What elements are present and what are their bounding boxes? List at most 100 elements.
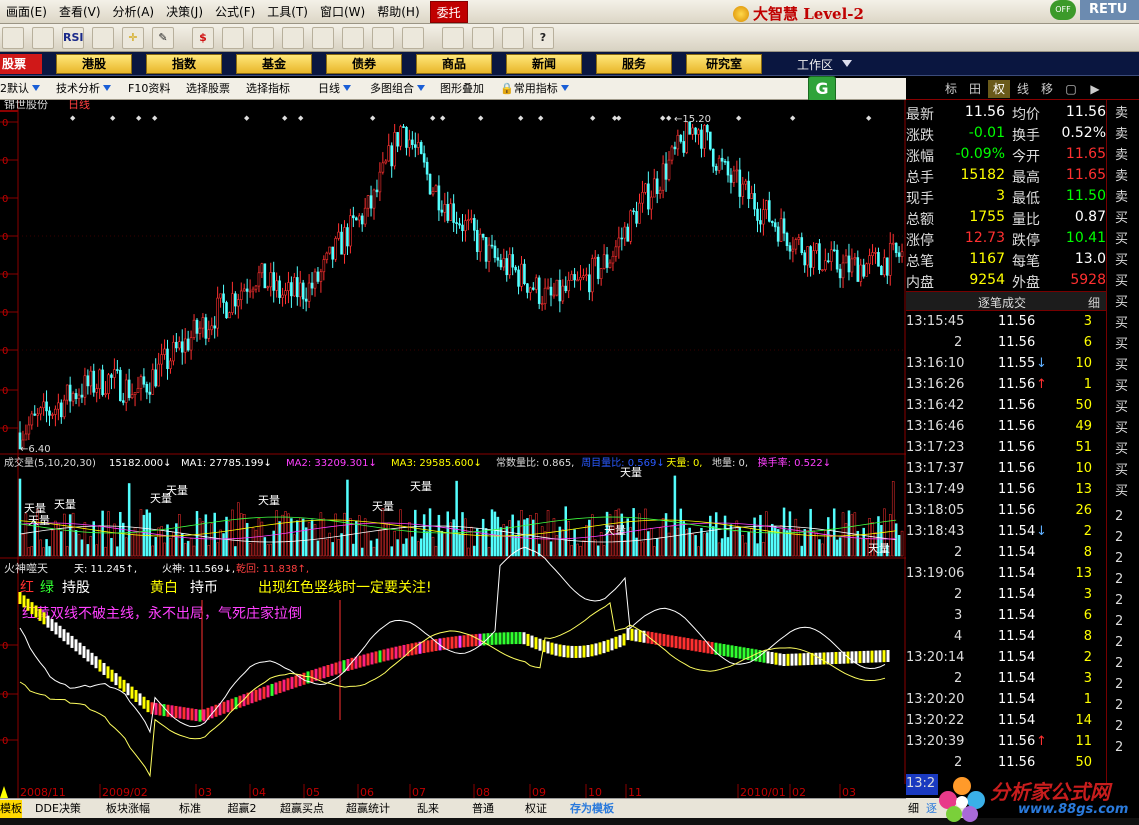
order-book-label: 买 bbox=[1115, 358, 1129, 373]
rsi-icon[interactable]: RSI bbox=[62, 27, 84, 49]
nav-research[interactable]: 研究室 bbox=[686, 54, 762, 74]
template-tab-10[interactable]: 存为模板 bbox=[564, 800, 620, 818]
volume-bar bbox=[175, 523, 178, 557]
grid-icon[interactable] bbox=[2, 27, 24, 49]
blue-circle-icon[interactable] bbox=[402, 27, 424, 49]
red-circle-icon[interactable] bbox=[372, 27, 394, 49]
candle-body bbox=[42, 401, 45, 409]
help-cursor-icon[interactable]: ? bbox=[532, 27, 554, 49]
binoculars-icon[interactable] bbox=[252, 27, 274, 49]
ruler-icon[interactable]: ✎ bbox=[152, 27, 174, 49]
crosshair-icon[interactable]: ✛ bbox=[122, 27, 144, 49]
menu-trade[interactable]: 委托 bbox=[429, 0, 468, 23]
bars-icon[interactable] bbox=[222, 27, 244, 49]
right-tab-3[interactable]: 线 bbox=[1012, 80, 1034, 98]
menu-help[interactable]: 帮助(H) bbox=[371, 1, 425, 23]
diamond-icon[interactable] bbox=[342, 27, 364, 49]
band-segment bbox=[58, 625, 62, 638]
template-tab-5[interactable]: 超赢买点 bbox=[272, 800, 332, 818]
nav-commodity[interactable]: 商品 bbox=[416, 54, 492, 74]
books-icon[interactable] bbox=[502, 27, 524, 49]
sub-f10[interactable]: F10资料 bbox=[128, 78, 170, 100]
candle-body bbox=[248, 290, 252, 293]
window-icon[interactable] bbox=[472, 27, 494, 49]
menu-screen[interactable]: 画面(E) bbox=[0, 1, 53, 23]
menu-decision[interactable]: 决策(J) bbox=[160, 1, 209, 23]
right-tab-6[interactable]: ▶ bbox=[1084, 80, 1106, 98]
band-segment bbox=[690, 638, 694, 651]
right-tab-2[interactable]: 权 bbox=[988, 80, 1010, 98]
template-tab-4[interactable]: 超赢2 bbox=[218, 800, 266, 818]
template-tab-1[interactable]: DDE决策 bbox=[28, 800, 88, 818]
calc-icon[interactable] bbox=[442, 27, 464, 49]
sub-tech-analysis[interactable]: 技术分析 bbox=[56, 78, 111, 100]
volume-bar bbox=[222, 533, 225, 557]
y-tick-label: 0 bbox=[2, 270, 8, 281]
menu-formula[interactable]: 公式(F) bbox=[209, 1, 261, 23]
nav-hk[interactable]: 港股 bbox=[56, 54, 132, 74]
tick-detail-toggle[interactable]: 细 bbox=[1088, 294, 1100, 311]
off-toggle[interactable]: OFF bbox=[1050, 0, 1076, 20]
sub-common-indicator[interactable]: 🔒常用指标 bbox=[500, 78, 569, 100]
right-tab-1[interactable]: 田 bbox=[964, 80, 986, 98]
tab-detail[interactable]: 细 bbox=[908, 800, 919, 816]
menu-analysis[interactable]: 分析(A) bbox=[107, 1, 161, 23]
nav-news[interactable]: 新闻 bbox=[506, 54, 582, 74]
sub-select-stock[interactable]: 选择股票 bbox=[186, 78, 230, 100]
order-book-label: 2 bbox=[1115, 740, 1124, 755]
candle-body bbox=[228, 312, 231, 319]
order-book-label: 卖 bbox=[1115, 106, 1129, 121]
right-tab-5[interactable]: ▢ bbox=[1060, 80, 1082, 98]
menu-tools[interactable]: 工具(T) bbox=[261, 1, 314, 23]
workspace-label[interactable]: 工作区 bbox=[797, 56, 833, 73]
sub-select-indicator[interactable]: 选择指标 bbox=[246, 78, 290, 100]
nav-stocks[interactable]: 股票 bbox=[0, 54, 42, 74]
candle-body bbox=[169, 360, 172, 369]
template-tab-2[interactable]: 板块涨幅 bbox=[94, 800, 162, 818]
nav-index[interactable]: 指数 bbox=[146, 54, 222, 74]
signal-diamond-icon: ◆ bbox=[478, 114, 484, 122]
band-segment bbox=[870, 650, 874, 663]
template-tab-7[interactable]: 乱来 bbox=[404, 800, 452, 818]
band-segment bbox=[158, 703, 162, 716]
candle-body bbox=[487, 244, 491, 262]
table-icon[interactable] bbox=[32, 27, 54, 49]
template-tab-9[interactable]: 权证 bbox=[514, 800, 558, 818]
candle-body bbox=[116, 369, 119, 371]
template-tab-0[interactable]: 模板 bbox=[0, 800, 22, 818]
sub-default[interactable]: 2默认 bbox=[0, 78, 40, 100]
right-tab-4[interactable]: 移 bbox=[1036, 80, 1058, 98]
menu-view[interactable]: 查看(V) bbox=[53, 1, 107, 23]
refresh-g-icon[interactable]: G bbox=[808, 76, 836, 102]
indicator-qiankun: 乾回: 11.838↑, bbox=[236, 562, 309, 575]
dollar-icon[interactable]: $ bbox=[192, 27, 214, 49]
right-tab-0[interactable]: 标 bbox=[940, 80, 962, 98]
return-button[interactable]: RETU bbox=[1080, 0, 1139, 20]
candle-body bbox=[130, 394, 134, 398]
candle-body bbox=[369, 195, 373, 209]
menu-window[interactable]: 窗口(W) bbox=[314, 1, 371, 23]
sub-daily[interactable]: 日线 bbox=[318, 78, 351, 100]
nav-bond[interactable]: 债券 bbox=[326, 54, 402, 74]
legend-red: 红 bbox=[20, 580, 34, 596]
candle-body bbox=[475, 230, 479, 252]
band-segment bbox=[562, 645, 566, 658]
sub-multi-chart[interactable]: 多图组合 bbox=[370, 78, 425, 100]
sub-overlay[interactable]: 图形叠加 bbox=[440, 78, 484, 100]
volume-header-7: 天量: 0, bbox=[666, 457, 702, 469]
candle-body bbox=[514, 266, 517, 271]
candle-body bbox=[747, 180, 750, 199]
template-tab-3[interactable]: 标准 bbox=[168, 800, 212, 818]
nav-service[interactable]: 服务 bbox=[596, 54, 672, 74]
template-tab-6[interactable]: 超赢统计 bbox=[338, 800, 398, 818]
alarm-icon[interactable] bbox=[282, 27, 304, 49]
list-icon[interactable] bbox=[92, 27, 114, 49]
tick-arrow: ↓ bbox=[1036, 524, 1047, 539]
chart-icon[interactable] bbox=[312, 27, 334, 49]
tick-price: 11.56 bbox=[998, 755, 1036, 770]
template-tab-8[interactable]: 普通 bbox=[458, 800, 508, 818]
nav-fund[interactable]: 基金 bbox=[236, 54, 312, 74]
tick-price: 11.56 bbox=[998, 734, 1036, 749]
volume-bar bbox=[712, 526, 715, 557]
workspace-dropdown-icon[interactable] bbox=[842, 60, 852, 67]
